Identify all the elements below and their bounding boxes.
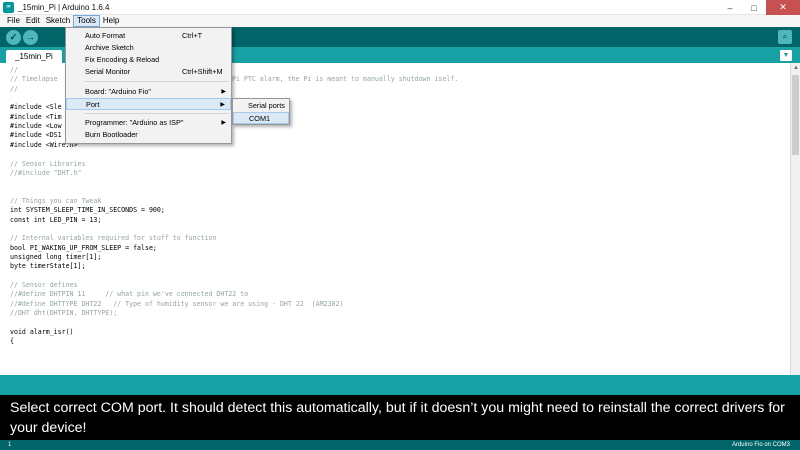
code-line: // [10, 66, 18, 75]
code-text: bool PI_WAKING_UP_FROM_SLEEP = false; [10, 243, 157, 252]
code-line: //#include "DHT.h" [10, 169, 81, 178]
code-line: byte timerState[1]; [10, 262, 85, 271]
code-line: // Sensor defines [10, 281, 78, 290]
code-text: #include <DS1 [10, 131, 62, 140]
menu-file[interactable]: File [4, 15, 23, 27]
code-line: #include <Tim [10, 113, 62, 122]
menu-edit[interactable]: Edit [23, 15, 43, 27]
code-line: int SYSTEM_SLEEP_TIME_IN_SECONDS = 900; [10, 206, 165, 215]
code-line: // Internal variables required for stuff… [10, 234, 216, 243]
code-text: unsigned long timer[1]; [10, 253, 102, 261]
menu-item-auto-format[interactable]: Auto Format Ctrl+T [66, 30, 231, 42]
port-option-com1[interactable]: COM1 [233, 112, 289, 124]
code-text: // Things you can Tweak [10, 196, 102, 205]
upload-button[interactable]: → [23, 29, 38, 45]
title-bar: ∞ _15min_Pi | Arduino 1.6.4 – □ ✕ [0, 0, 800, 15]
code-line: const int LED_PIN = 13; [10, 216, 101, 225]
menu-sketch[interactable]: Sketch [43, 15, 73, 27]
code-text: #include <Tim [10, 112, 62, 121]
menu-help[interactable]: Help [100, 15, 122, 27]
minimize-button[interactable]: – [718, 0, 742, 15]
code-text: //#include "DHT.h" [10, 168, 82, 177]
menu-tools[interactable]: Tools [73, 15, 100, 27]
tab-menu-chevron-down-icon[interactable]: ▼ [780, 50, 792, 61]
menu-item-fix-encoding[interactable]: Fix Encoding & Reload [66, 54, 231, 66]
menu-separator [84, 113, 229, 114]
code-text: //#define DHTPIN 11 // what pin we've co… [10, 290, 249, 299]
menu-item-programmer[interactable]: Programmer: "Arduino as ISP" ▶ [66, 117, 231, 129]
submenu-arrow-icon: ▶ [221, 89, 226, 95]
code-line: bool PI_WAKING_UP_FROM_SLEEP = false; [10, 244, 157, 253]
menu-item-port[interactable]: Port ▶ [66, 98, 231, 110]
submenu-arrow-icon: ▶ [221, 120, 226, 126]
status-bar: 1 Arduino Fio on COM3 [0, 440, 800, 450]
port-submenu: Serial ports COM1 [232, 98, 290, 125]
status-line-number: 1 [8, 442, 12, 448]
window-title: _15min_Pi | Arduino 1.6.4 [18, 2, 110, 12]
code-text: void alarm_isr() [10, 327, 74, 336]
status-board-port: Arduino Fio on COM3 [731, 442, 790, 448]
code-line: // Sensor Libraries [10, 160, 85, 169]
code-line: // Timelapse Pi PTC alarm, the Pi is mean… [10, 75, 458, 84]
code-text: // Sensor defines [10, 281, 78, 290]
code-text: const int LED_PIN = 13; [10, 215, 102, 224]
code-text: //#define DHTTYPE DHT22 // Type of humid… [10, 299, 344, 308]
scroll-up-arrow-icon[interactable]: ▲ [791, 63, 800, 73]
verify-button[interactable]: ✓ [6, 29, 21, 45]
code-line: //#define DHTTYPE DHT22 // Type of humid… [10, 300, 343, 309]
code-line: //#define DHTPIN 11 // what pin we've co… [10, 290, 248, 299]
code-text: int SYSTEM_SLEEP_TIME_IN_SECONDS = 900; [10, 206, 165, 215]
arduino-logo-icon: ∞ [3, 1, 14, 13]
code-line: unsigned long timer[1]; [10, 253, 101, 262]
window-controls: – □ ✕ [718, 0, 800, 15]
code-line: #include <Sle [10, 103, 62, 112]
menu-separator [84, 81, 229, 82]
code-text: { [10, 337, 14, 346]
code-line: void alarm_isr() [10, 328, 74, 337]
menu-item-serial-monitor[interactable]: Serial Monitor Ctrl+Shift+M [66, 66, 231, 78]
code-text: #include <Sle [10, 103, 62, 112]
menu-item-burn-bootloader[interactable]: Burn Bootloader [66, 129, 231, 141]
code-line: // Things you can Tweak [10, 197, 101, 206]
menu-item-archive-sketch[interactable]: Archive Sketch [66, 42, 231, 54]
code-line: { [10, 337, 14, 346]
editor-vertical-scrollbar[interactable]: ▲ [790, 63, 800, 375]
submenu-arrow-icon: ▶ [220, 102, 225, 108]
code-line: #include <Low [10, 122, 62, 131]
console-header [0, 375, 800, 395]
tutorial-caption: Select correct COM port. It should detec… [10, 400, 785, 436]
code-text: byte timerState[1]; [10, 262, 86, 271]
menu-bar: File Edit Sketch Tools Help [0, 15, 800, 27]
tab-sketch[interactable]: _15min_Pi [6, 50, 62, 63]
scrollbar-thumb[interactable] [792, 75, 799, 155]
code-text: #include <Low [10, 122, 62, 131]
submenu-header-serial-ports: Serial ports [248, 101, 285, 110]
code-text: // [10, 66, 18, 74]
code-text: // Timelapse [10, 75, 58, 84]
close-button[interactable]: ✕ [766, 0, 800, 15]
code-line: #include <DS1 [10, 131, 62, 140]
code-text: // Sensor Libraries [10, 159, 86, 168]
code-text: //DHT dht(DHTPIN, DHTTYPE); [10, 309, 118, 318]
code-text: // [10, 84, 18, 93]
code-text-tail: Pi PTC alarm, the Pi is meant to manuall… [232, 75, 459, 84]
menu-item-board[interactable]: Board: "Arduino Fio" ▶ [66, 86, 231, 98]
code-line: // [10, 85, 18, 94]
code-line: //DHT dht(DHTPIN, DHTTYPE); [10, 309, 117, 318]
tools-menu-dropdown: Auto Format Ctrl+T Archive Sketch Fix En… [65, 27, 232, 144]
maximize-button[interactable]: □ [742, 0, 766, 15]
serial-monitor-button[interactable]: ⌕ [778, 30, 792, 44]
code-text: // Internal variables required for stuff… [10, 234, 217, 243]
